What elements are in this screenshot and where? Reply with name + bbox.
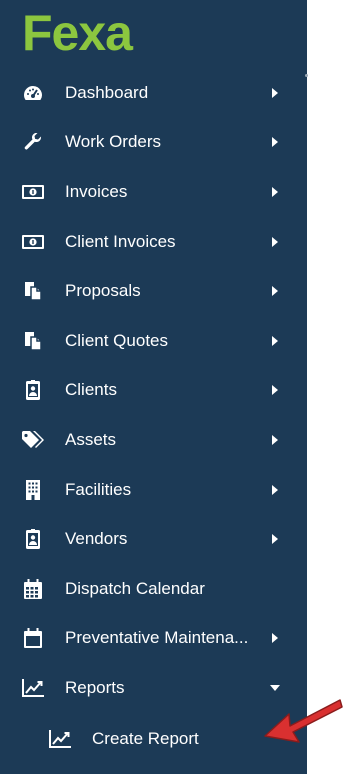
- sidebar-item-label: Dashboard: [65, 82, 149, 102]
- chevron-right-icon: [270, 137, 280, 148]
- sidebar: Fexa Dashboard Work Orders Invoices Clie…: [0, 0, 307, 774]
- sidebar-item-facilities[interactable]: Facilities: [0, 465, 307, 515]
- sidebar-item-label: Reports: [65, 677, 125, 697]
- money-bill-icon: [22, 231, 44, 253]
- sidebar-item-client-invoices[interactable]: Client Invoices: [0, 217, 307, 267]
- copy-document-icon: [22, 330, 44, 352]
- chevron-right-icon: [270, 87, 280, 98]
- chevron-right-icon: [270, 633, 280, 644]
- sidebar-item-label: Client Invoices: [65, 231, 176, 251]
- chevron-right-icon: [270, 335, 280, 346]
- building-icon: [22, 479, 44, 501]
- wrench-icon: [22, 131, 44, 153]
- sidebar-item-dashboard[interactable]: Dashboard: [0, 68, 307, 118]
- sidebar-item-label: Work Orders: [65, 132, 162, 152]
- copy-document-icon: [22, 280, 44, 302]
- logo-text: Fexa: [22, 5, 133, 61]
- annotation-arrow-icon: [264, 699, 343, 743]
- sidebar-item-assets[interactable]: Assets: [0, 415, 307, 465]
- chevron-right-icon: [270, 434, 280, 445]
- sidebar-item-reports[interactable]: Reports: [0, 663, 307, 713]
- sidebar-item-client-quotes[interactable]: Client Quotes: [0, 316, 307, 366]
- scroll-dot: [305, 74, 308, 77]
- chevron-right-icon: [270, 286, 280, 297]
- sidebar-item-label: Facilities: [65, 479, 132, 499]
- sidebar-item-label: Dispatch Calendar: [65, 578, 205, 598]
- id-badge-icon: [22, 379, 44, 401]
- id-badge-icon: [22, 528, 44, 550]
- chevron-right-icon: [270, 236, 280, 247]
- sidebar-item-label: Proposals: [65, 281, 141, 301]
- sidebar-subitem-create-report[interactable]: Create Report: [0, 713, 307, 765]
- tags-icon: [22, 429, 44, 451]
- chevron-down-icon: [270, 683, 280, 693]
- sidebar-item-label: Invoices: [65, 181, 128, 201]
- sidebar-item-work-orders[interactable]: Work Orders: [0, 118, 307, 168]
- chevron-right-icon: [270, 484, 280, 495]
- sidebar-item-dispatch-calendar[interactable]: Dispatch Calendar: [0, 564, 307, 614]
- sidebar-item-label: Client Quotes: [65, 330, 168, 350]
- line-chart-icon: [48, 728, 72, 750]
- sidebar-item-label: Vendors: [65, 529, 128, 549]
- money-bill-icon: [22, 181, 44, 203]
- sidebar-subitem-label: Create Report: [92, 728, 199, 748]
- fexa-logo[interactable]: Fexa: [22, 8, 172, 62]
- sidebar-item-label: Clients: [65, 380, 117, 400]
- speedometer-icon: [22, 82, 44, 104]
- sidebar-item-proposals[interactable]: Proposals: [0, 266, 307, 316]
- line-chart-icon: [22, 677, 44, 699]
- sidebar-item-clients[interactable]: Clients: [0, 366, 307, 416]
- sidebar-item-label: Assets: [65, 429, 117, 449]
- nav-menu: Dashboard Work Orders Invoices Client In…: [0, 68, 307, 765]
- chevron-right-icon: [270, 385, 280, 396]
- chevron-right-icon: [270, 534, 280, 545]
- sidebar-item-invoices[interactable]: Invoices: [0, 167, 307, 217]
- sidebar-item-preventative-maintenance[interactable]: Preventative Maintena...: [0, 614, 307, 664]
- calendar-grid-icon: [22, 578, 44, 600]
- calendar-icon: [22, 627, 44, 649]
- chevron-right-icon: [270, 186, 280, 197]
- sidebar-item-vendors[interactable]: Vendors: [0, 514, 307, 564]
- sidebar-item-label: Preventative Maintena...: [65, 628, 249, 648]
